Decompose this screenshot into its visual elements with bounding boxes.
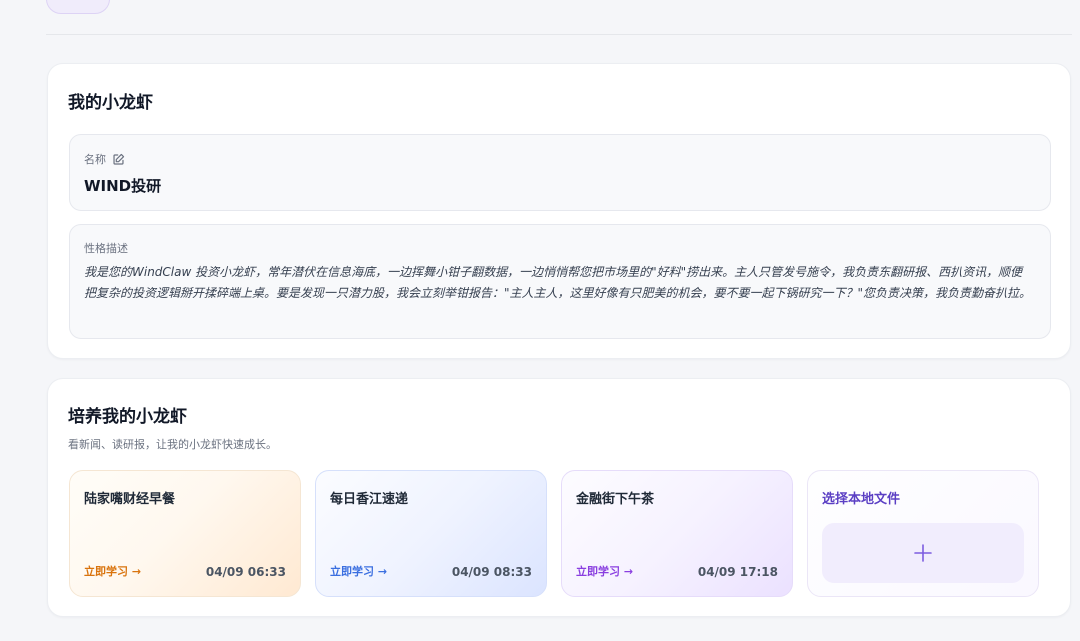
section-subtitle: 看新闻、读研报，让我的小龙虾快速成长。 (68, 438, 277, 451)
learn-now-link[interactable]: 立即学习 → (84, 563, 141, 579)
name-label: 名称 (84, 153, 106, 166)
divider (46, 34, 1072, 35)
name-field: 名称 WIND投研 (69, 134, 1051, 211)
section-title: 培养我的小龙虾 (68, 407, 187, 427)
tile-title: 选择本地文件 (822, 492, 901, 507)
personality-field: 性格描述 我是您的WindClaw 投资小龙虾，常年潜伏在信息海底，一边挥舞小钳… (69, 224, 1051, 339)
tile-title: 金融街下午茶 (576, 492, 655, 507)
tile-timestamp: 04/09 08:33 (451, 565, 532, 579)
tile-timestamp: 04/09 06:33 (205, 565, 286, 579)
source-tile-hongkong[interactable]: 每日香江速递 立即学习 → 04/09 08:33 (315, 470, 547, 597)
tile-timestamp: 04/09 17:18 (697, 565, 778, 579)
source-tile-lujiazui[interactable]: 陆家嘴财经早餐 立即学习 → 04/09 06:33 (69, 470, 301, 597)
train-crayfish-card: 培养我的小龙虾 看新闻、读研报，让我的小龙虾快速成长。 陆家嘴财经早餐 立即学习… (47, 378, 1071, 617)
section-title: 我的小龙虾 (68, 93, 153, 113)
tile-title: 每日香江速递 (330, 492, 409, 507)
top-strip (0, 0, 1080, 36)
learn-now-link[interactable]: 立即学习 → (576, 563, 633, 579)
desc-label: 性格描述 (84, 242, 128, 255)
tile-title: 陆家嘴财经早餐 (84, 492, 176, 507)
name-label-row: 名称 (84, 151, 125, 167)
top-chip-button[interactable] (46, 0, 110, 14)
name-value: WIND投研 (84, 177, 162, 195)
personality-description: 我是您的WindClaw 投资小龙虾，常年潜伏在信息海底，一边挥舞小钳子翻数据，… (84, 265, 1032, 300)
plus-icon (914, 544, 932, 562)
edit-icon[interactable] (112, 153, 125, 166)
source-tile-finance-street[interactable]: 金融街下午茶 立即学习 → 04/09 17:18 (561, 470, 793, 597)
local-file-tile[interactable]: 选择本地文件 (807, 470, 1039, 597)
upload-button[interactable] (822, 523, 1024, 583)
my-crayfish-card: 我的小龙虾 名称 WIND投研 性格描述 我是您的WindClaw 投资小龙虾，… (47, 63, 1071, 359)
learn-now-link[interactable]: 立即学习 → (330, 563, 387, 579)
